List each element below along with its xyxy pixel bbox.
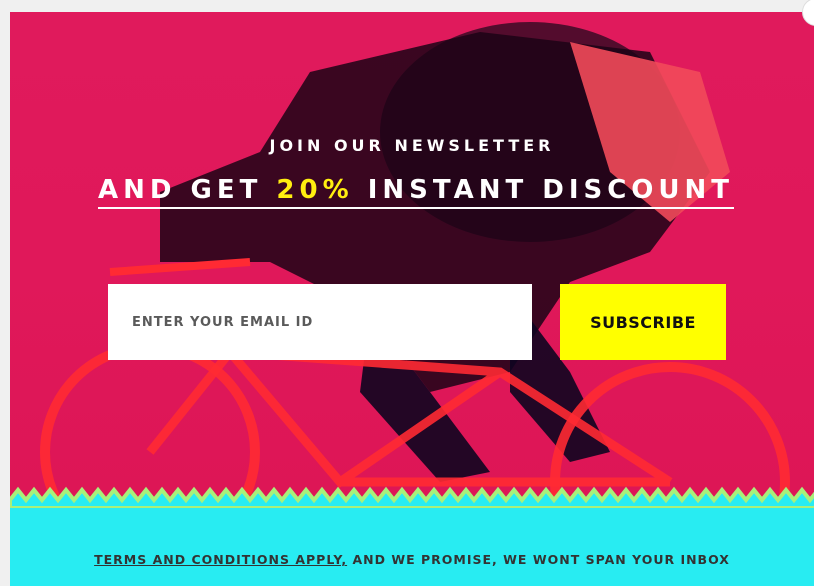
- promise-text: AND WE PROMISE, WE WONT SPAN YOUR INBOX: [347, 552, 730, 567]
- headline-suffix: INSTANT DISCOUNT: [353, 175, 735, 205]
- discount-headline: AND GET 20% INSTANT DISCOUNT: [98, 175, 734, 209]
- email-input[interactable]: [108, 284, 532, 360]
- subscribe-button[interactable]: SUBSCRIBE: [560, 284, 726, 360]
- newsletter-subheading: JOIN OUR NEWSLETTER: [269, 136, 555, 155]
- headline-prefix: AND GET: [98, 175, 277, 205]
- newsletter-popup: JOIN OUR NEWSLETTER AND GET 20% INSTANT …: [10, 12, 814, 586]
- discount-percent: 20%: [276, 175, 354, 205]
- footer-disclaimer: TERMS AND CONDITIONS APPLY, AND WE PROMI…: [10, 552, 814, 567]
- hero-image: JOIN OUR NEWSLETTER AND GET 20% INSTANT …: [10, 12, 814, 502]
- terms-link[interactable]: TERMS AND CONDITIONS APPLY,: [94, 552, 347, 567]
- footer-band: [10, 502, 814, 586]
- zigzag-divider: [10, 486, 814, 508]
